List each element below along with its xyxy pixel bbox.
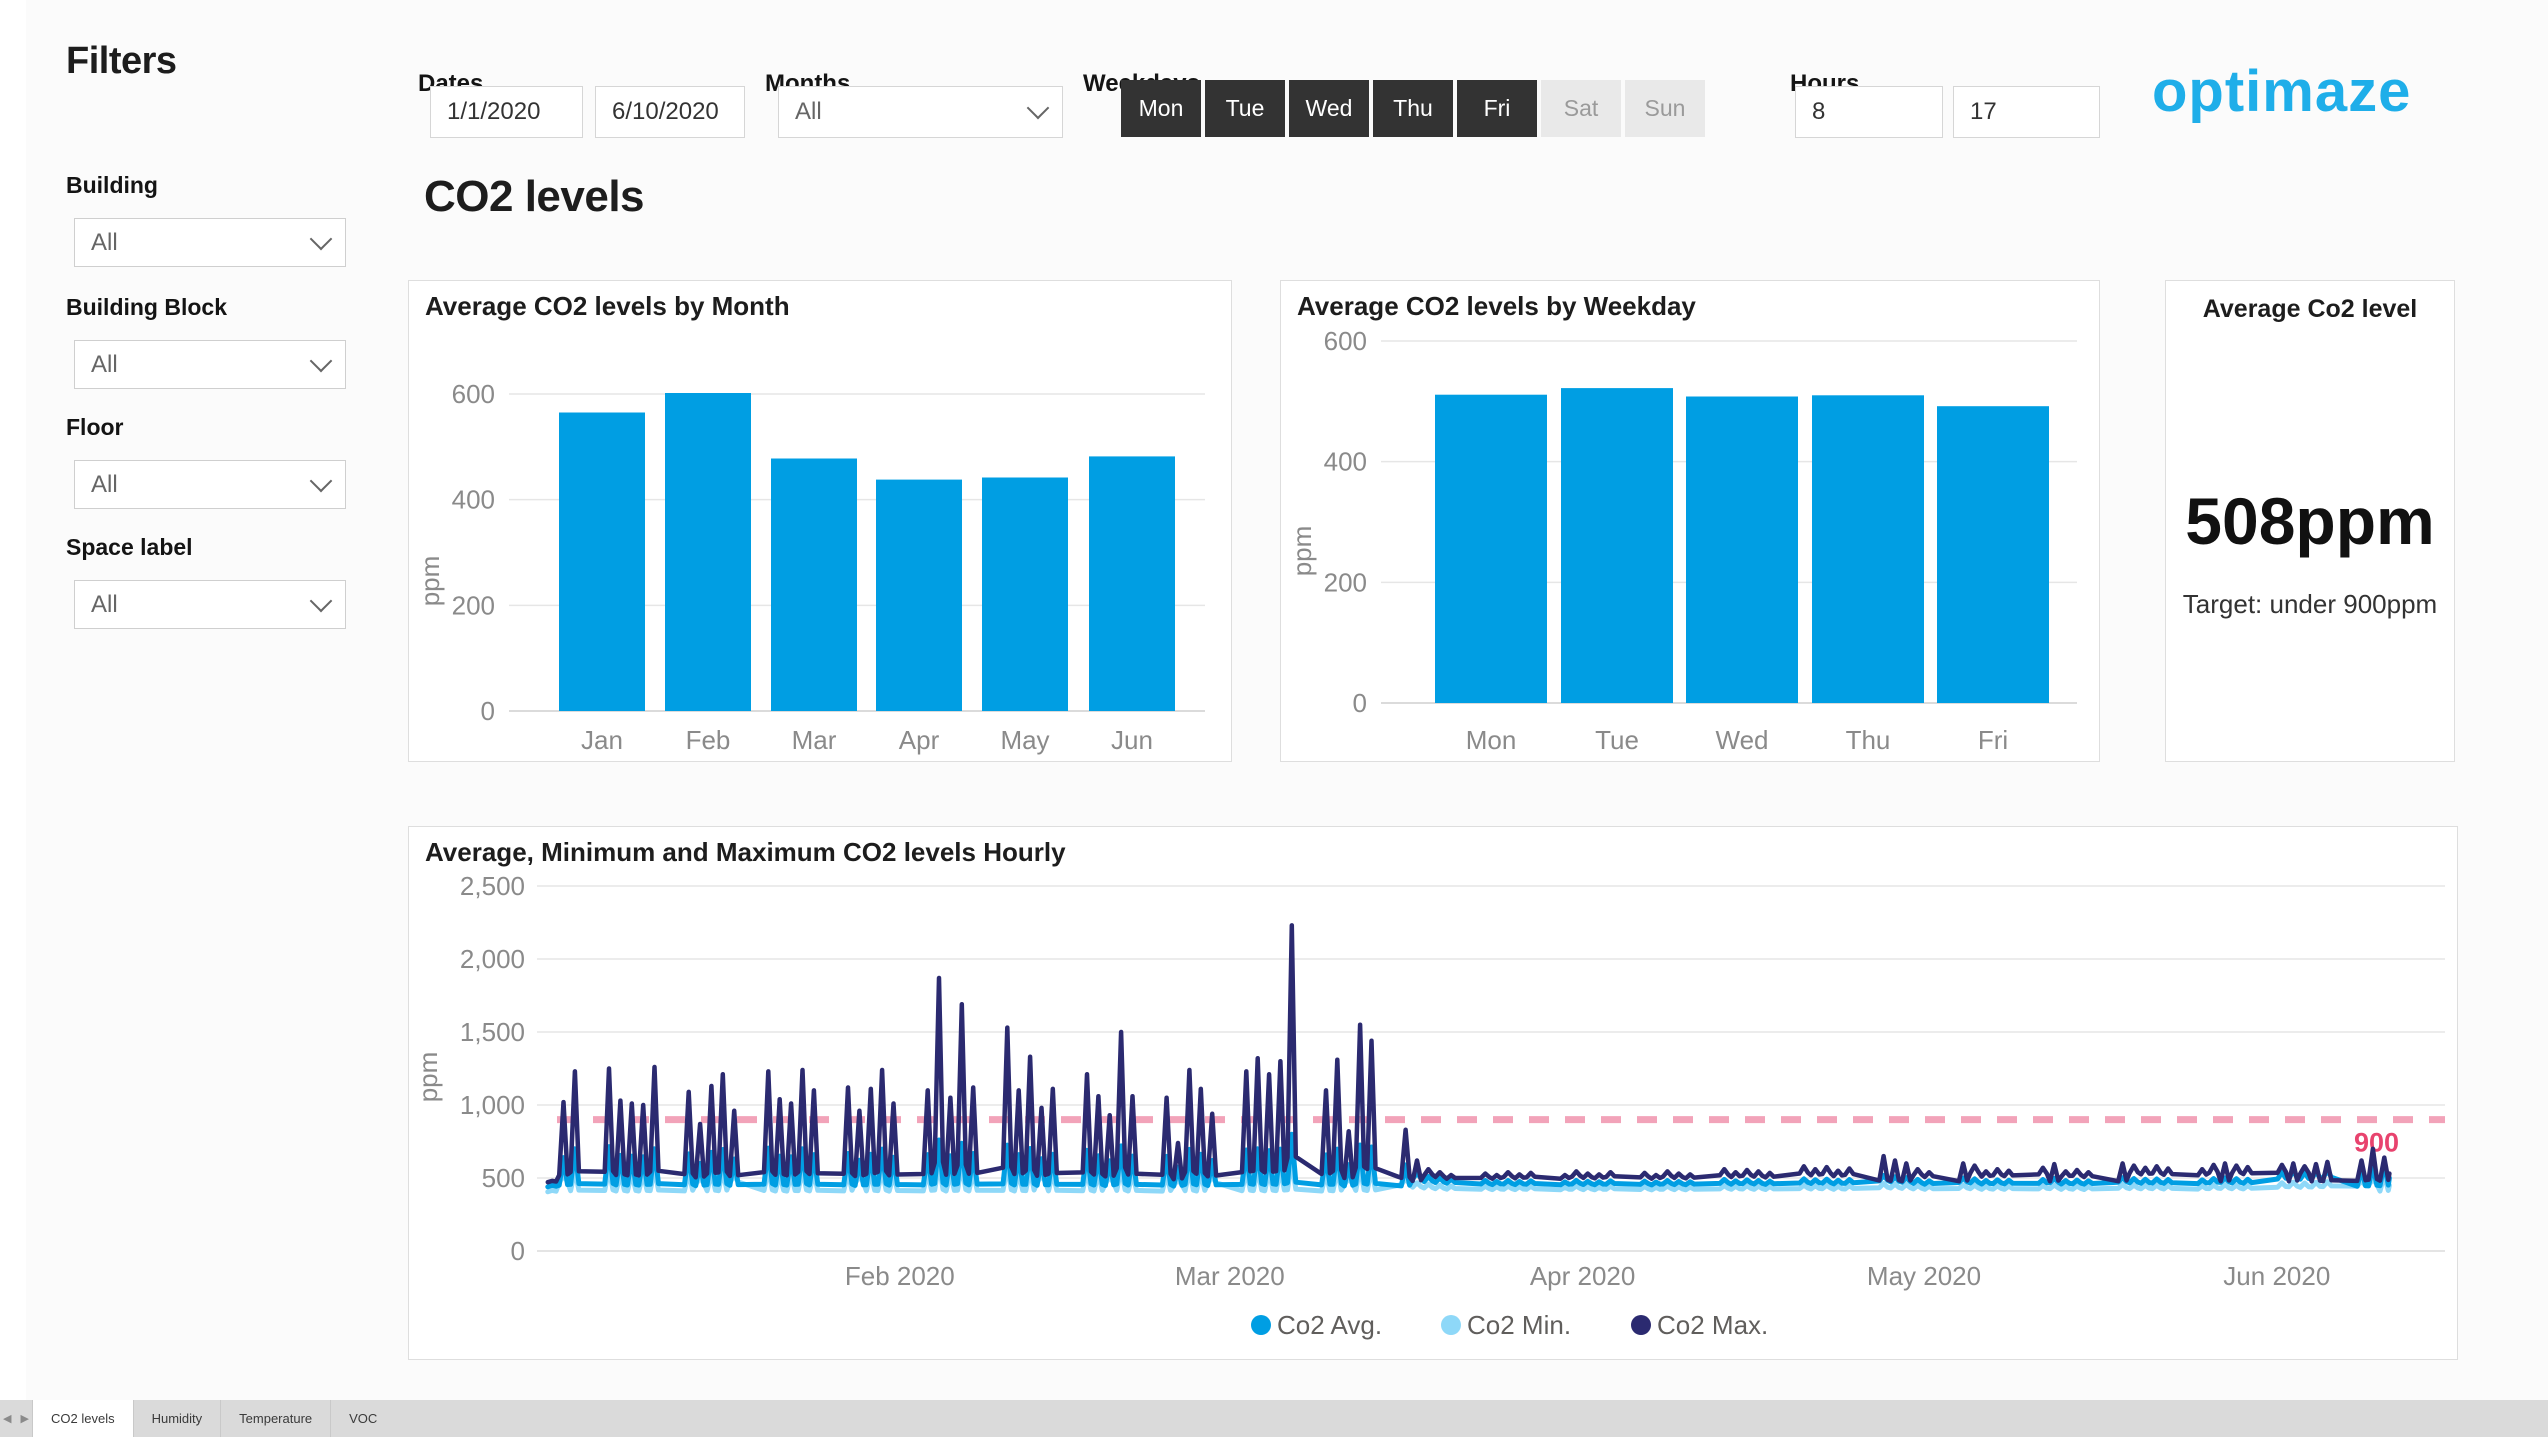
chevron-down-icon [310, 349, 333, 372]
tab-scroll-arrows: ◀ ▶ [0, 1400, 32, 1437]
card-title: Average Co2 level [2166, 295, 2454, 324]
svg-text:Co2 Min.: Co2 Min. [1467, 1310, 1571, 1340]
chevron-down-icon [310, 469, 333, 492]
svg-text:Mar: Mar [792, 725, 837, 755]
filter-group-floor: Floor All [66, 414, 352, 524]
svg-text:Wed: Wed [1716, 725, 1769, 755]
floor-dropdown-value: All [91, 471, 118, 499]
filter-label-building: Building [66, 172, 352, 199]
average-co2-card: Average Co2 level 508ppm Target: under 9… [2165, 280, 2455, 762]
building-block-dropdown-value: All [91, 351, 118, 379]
svg-text:ppm: ppm [415, 556, 445, 607]
date-to-input[interactable] [595, 86, 745, 138]
page-tab-humidity[interactable]: Humidity [133, 1400, 221, 1437]
svg-text:200: 200 [452, 590, 495, 620]
months-dropdown[interactable]: All [778, 86, 1063, 138]
svg-text:600: 600 [452, 379, 495, 409]
tab-scroll-right-icon[interactable]: ▶ [21, 1412, 29, 1425]
page-tab-bar: ◀ ▶ CO2 levelsHumidityTemperatureVOC [0, 1400, 2548, 1437]
svg-text:Fri: Fri [1978, 725, 2008, 755]
svg-text:1,500: 1,500 [460, 1017, 525, 1047]
svg-text:900: 900 [2354, 1128, 2399, 1158]
svg-text:Jun 2020: Jun 2020 [2223, 1261, 2330, 1291]
svg-text:Mar 2020: Mar 2020 [1175, 1261, 1285, 1291]
chevron-down-icon [310, 589, 333, 612]
svg-text:Co2 Avg.: Co2 Avg. [1277, 1310, 1382, 1340]
weekday-button-mon[interactable]: Mon [1121, 80, 1201, 137]
building-block-dropdown[interactable]: All [74, 340, 346, 389]
svg-text:500: 500 [482, 1163, 525, 1193]
card-target-text: Target: under 900ppm [2166, 589, 2454, 620]
filters-panel-title: Filters [66, 40, 177, 83]
space-label-dropdown-value: All [91, 591, 118, 619]
svg-text:600: 600 [1324, 326, 1367, 356]
filter-label-space-label: Space label [66, 534, 352, 561]
weekday-bar-chart-panel: Average CO2 levels by Weekday 0 200 400 600… [1280, 280, 2100, 762]
weekday-button-wed[interactable]: Wed [1289, 80, 1369, 137]
svg-text:2,000: 2,000 [460, 944, 525, 974]
weekday-button-sat[interactable]: Sat [1541, 80, 1621, 137]
svg-text:400: 400 [1324, 447, 1367, 477]
svg-text:Mon: Mon [1466, 725, 1517, 755]
svg-text:May: May [1000, 725, 1049, 755]
page-title: CO2 levels [424, 172, 644, 222]
weekday-button-group: MonTueWedThuFriSatSun [1121, 80, 1705, 137]
chevron-down-icon [1027, 97, 1050, 120]
hourly-chart-title: Average, Minimum and Maximum CO2 levels … [425, 837, 1066, 868]
weekday-button-fri[interactable]: Fri [1457, 80, 1537, 137]
optimaze-logo: optimaze [2152, 58, 2411, 125]
month-bar-chart[interactable]: 0 200 400 600 ppm Jan Feb Mar Apr May Jun [409, 281, 1231, 761]
svg-text:Thu: Thu [1846, 725, 1891, 755]
filter-label-building-block: Building Block [66, 294, 352, 321]
page-tab-co2-levels[interactable]: CO2 levels [32, 1400, 133, 1437]
svg-text:0: 0 [1353, 688, 1367, 718]
svg-text:0: 0 [511, 1236, 525, 1266]
page-tab-voc[interactable]: VOC [330, 1400, 395, 1437]
svg-text:Feb: Feb [686, 725, 731, 755]
hours-to-input[interactable] [1953, 86, 2100, 138]
building-dropdown[interactable]: All [74, 218, 346, 267]
filter-label-floor: Floor [66, 414, 352, 441]
month-chart-title: Average CO2 levels by Month [425, 291, 790, 322]
svg-text:Jun: Jun [1111, 725, 1153, 755]
weekday-button-sun[interactable]: Sun [1625, 80, 1705, 137]
svg-text:Apr: Apr [899, 725, 940, 755]
card-value: 508ppm [2166, 483, 2454, 559]
svg-text:0: 0 [481, 696, 495, 726]
page-tab-temperature[interactable]: Temperature [220, 1400, 330, 1437]
weekday-button-tue[interactable]: Tue [1205, 80, 1285, 137]
filter-group-building-block: Building Block All [66, 294, 352, 404]
svg-text:2,500: 2,500 [460, 871, 525, 901]
floor-dropdown[interactable]: All [74, 460, 346, 509]
dashboard-page: Filters BuildingAllBuilding BlockAllFloo… [0, 0, 2548, 1437]
tab-scroll-left-icon[interactable]: ◀ [3, 1412, 11, 1425]
svg-text:May 2020: May 2020 [1867, 1261, 1981, 1291]
svg-text:Jan: Jan [581, 725, 623, 755]
chevron-down-icon [310, 227, 333, 250]
svg-text:200: 200 [1324, 567, 1367, 597]
svg-text:Feb 2020: Feb 2020 [845, 1261, 955, 1291]
svg-text:Co2 Max.: Co2 Max. [1657, 1310, 1768, 1340]
hourly-line-chart[interactable]: 0 500 1,000 1,500 2,000 2,500 ppm Feb 2020 Mar 2… [409, 827, 2457, 1359]
weekday-chart-title: Average CO2 levels by Weekday [1297, 291, 1696, 322]
building-dropdown-value: All [91, 229, 118, 257]
hours-from-input[interactable] [1795, 86, 1943, 138]
month-bar-chart-panel: Average CO2 levels by Month 0 200 400 600 pp… [408, 280, 1232, 762]
filter-group-building: Building All [66, 172, 352, 282]
hourly-line-chart-panel: Average, Minimum and Maximum CO2 levels … [408, 826, 2458, 1360]
left-edge-strip [0, 0, 26, 1400]
svg-text:Apr 2020: Apr 2020 [1530, 1261, 1636, 1291]
space-label-dropdown[interactable]: All [74, 580, 346, 629]
filter-group-space-label: Space label All [66, 534, 352, 644]
svg-text:ppm: ppm [1287, 526, 1317, 577]
weekday-bar-chart[interactable]: 0 200 400 600 ppm Mon Tue Wed Thu Fri [1281, 281, 2099, 761]
months-dropdown-value: All [795, 98, 822, 126]
date-from-input[interactable] [430, 86, 583, 138]
svg-text:ppm: ppm [413, 1052, 443, 1103]
svg-text:Tue: Tue [1595, 725, 1639, 755]
svg-text:400: 400 [452, 485, 495, 515]
svg-text:1,000: 1,000 [460, 1090, 525, 1120]
weekday-button-thu[interactable]: Thu [1373, 80, 1453, 137]
